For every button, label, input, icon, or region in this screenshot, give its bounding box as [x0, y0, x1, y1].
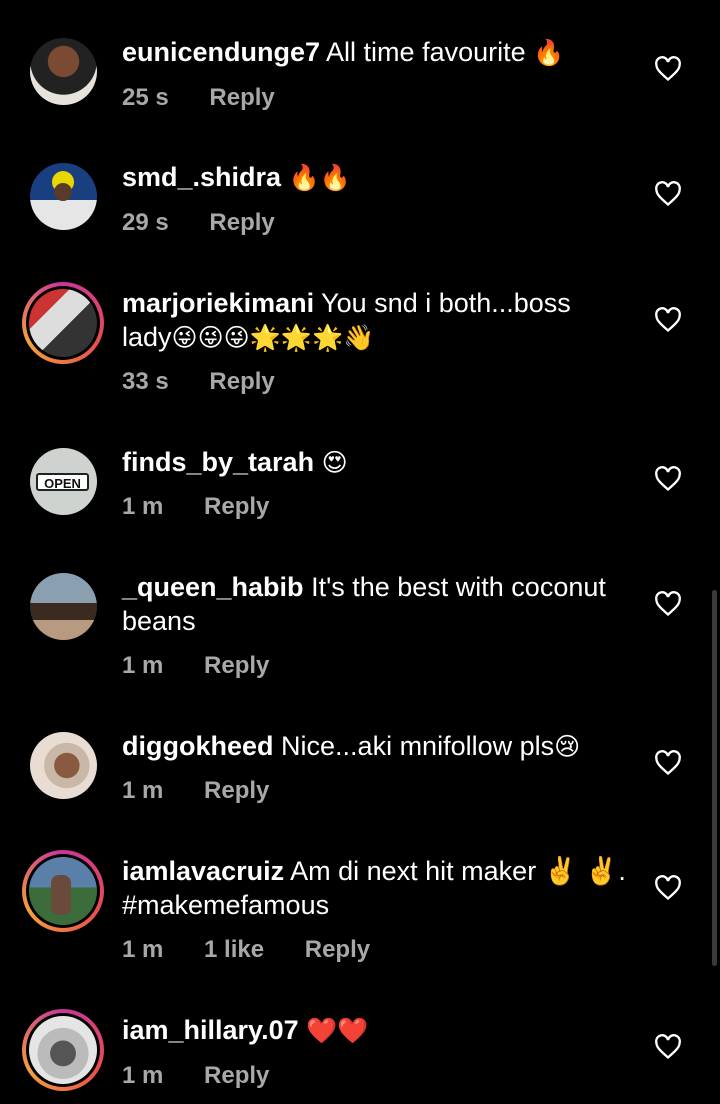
reply-button[interactable]: Reply: [204, 652, 269, 679]
reply-button[interactable]: Reply: [209, 84, 274, 111]
comment-text: Nice...aki mnifollow pls: [281, 731, 555, 761]
reply-button[interactable]: Reply: [209, 209, 274, 236]
comment-text: All time favourite: [326, 37, 526, 67]
avatar[interactable]: [30, 163, 97, 230]
comment-username[interactable]: iam_hillary.07: [122, 1015, 299, 1045]
comment-username[interactable]: eunicendunge7: [122, 37, 320, 67]
comment-time: 1 m: [122, 936, 164, 963]
comment-time: 1 m: [122, 652, 164, 679]
comment-username[interactable]: smd_.shidra: [122, 162, 281, 192]
comment-time: 1 m: [122, 777, 164, 804]
avatar[interactable]: [30, 732, 97, 799]
avatar[interactable]: [30, 38, 97, 105]
heart-eyes-icon: 😍: [321, 448, 348, 477]
avatar[interactable]: [22, 1009, 104, 1091]
reply-button[interactable]: Reply: [204, 1062, 269, 1089]
comment-username[interactable]: iamlavacruiz: [122, 856, 284, 886]
comment-time: 33 s: [122, 368, 169, 395]
heart-outline-icon[interactable]: [654, 466, 682, 492]
comment-time: 25 s: [122, 84, 169, 111]
avatar[interactable]: [22, 282, 104, 364]
reply-button[interactable]: Reply: [204, 493, 269, 520]
fire-icon: 🔥🔥: [288, 163, 351, 192]
avatar[interactable]: [22, 850, 104, 932]
reply-button[interactable]: Reply: [209, 368, 274, 395]
crying-face-icon: 😢: [554, 732, 581, 761]
heart-outline-icon[interactable]: [654, 56, 682, 82]
comment-username[interactable]: diggokheed: [122, 731, 274, 761]
comment-username[interactable]: finds_by_tarah: [122, 447, 314, 477]
heart-outline-icon[interactable]: [654, 307, 682, 333]
heart-outline-icon[interactable]: [654, 181, 682, 207]
comment-time: 1 m: [122, 1062, 164, 1089]
red-heart-icon: ❤️❤️: [306, 1016, 369, 1045]
comment-time: 1 m: [122, 493, 164, 520]
comment-username[interactable]: marjoriekimani: [122, 288, 314, 318]
fire-icon: 🔥: [533, 38, 565, 67]
heart-outline-icon[interactable]: [654, 1034, 682, 1060]
comment-time: 29 s: [122, 209, 169, 236]
like-count[interactable]: 1 like: [204, 936, 264, 963]
reply-button[interactable]: Reply: [204, 777, 269, 804]
comment-username[interactable]: _queen_habib: [122, 572, 304, 602]
reply-button[interactable]: Reply: [305, 936, 370, 963]
heart-outline-icon[interactable]: [654, 875, 682, 901]
emoji-sequence: 😜😜😜🌟🌟🌟👋: [171, 323, 375, 352]
heart-outline-icon[interactable]: [654, 750, 682, 776]
avatar[interactable]: [30, 573, 97, 640]
heart-outline-icon[interactable]: [654, 591, 682, 617]
open-sign-text: OPEN: [36, 473, 89, 491]
avatar[interactable]: OPEN: [30, 448, 97, 515]
scrollbar[interactable]: [712, 590, 717, 966]
